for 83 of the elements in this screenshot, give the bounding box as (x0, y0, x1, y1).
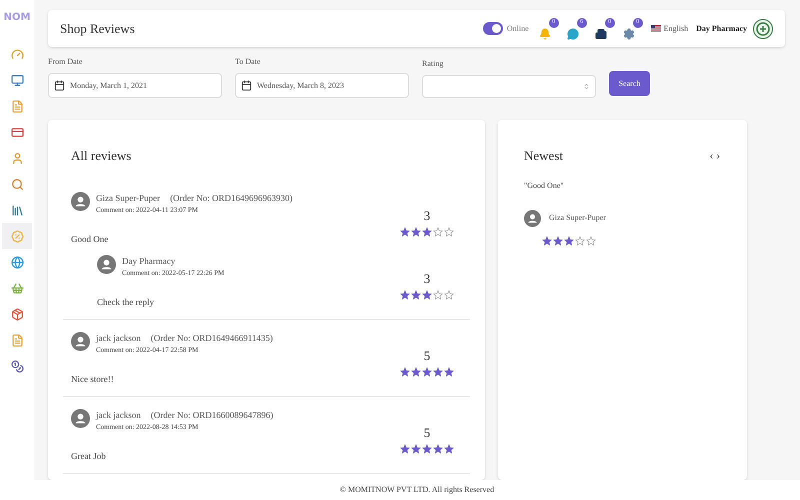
document-icon (10, 100, 24, 112)
avatar-icon (97, 254, 116, 274)
flag-icon (650, 25, 661, 32)
avatar-icon (71, 408, 90, 428)
avatar-icon (71, 332, 90, 350)
filled-star-icon (400, 290, 410, 300)
footer-text: © MOMITNOW PVT LTD. All rights Reserved (340, 484, 494, 496)
filled-star-icon (411, 227, 421, 237)
rating-value: 5 (424, 424, 430, 442)
empty-star-icon (444, 290, 454, 300)
avatar-icon (71, 192, 90, 210)
order-number: (Order No: ORD1660089647896) (150, 408, 274, 422)
badge-icon (10, 230, 24, 242)
review-quote: "Good One" (524, 180, 565, 192)
filled-star-icon (444, 444, 454, 454)
basket-icon (10, 282, 24, 294)
filled-star-icon (422, 227, 432, 237)
card-title: All reviews (70, 147, 132, 165)
filled-star-icon (400, 227, 410, 237)
rating-value: 3 (424, 206, 430, 224)
box-icon (10, 308, 24, 320)
reviewer-name: jack jackson (96, 332, 141, 345)
gauge-icon (10, 48, 24, 60)
filled-star-icon (422, 367, 432, 377)
empty-star-icon (444, 227, 454, 237)
search-icon (10, 178, 24, 190)
date-field[interactable]: Monday, March 1, 2021 (48, 73, 222, 98)
language-label[interactable]: English (664, 22, 688, 34)
books-icon (10, 204, 24, 216)
avatar-icon (524, 210, 541, 226)
rating-value: 5 (424, 346, 430, 364)
gear-icon (622, 28, 635, 40)
chat-icon (566, 28, 579, 40)
filled-star-icon (433, 367, 443, 377)
filled-star-icon (400, 444, 410, 454)
search-button[interactable]: Search (609, 71, 650, 96)
card-title: Newest (524, 147, 563, 165)
shop-logo-icon[interactable] (753, 18, 773, 38)
empty-star-icon (586, 236, 596, 246)
online-toggle[interactable] (482, 22, 503, 35)
field-label: To Date (235, 56, 262, 68)
bell-icon (538, 28, 551, 40)
coin-icon (10, 360, 24, 372)
order-number: (Order No: ORD1649696963930) (170, 192, 293, 205)
calendar-icon (241, 80, 252, 91)
filled-star-icon (411, 290, 421, 300)
filled-star-icon (422, 444, 432, 454)
filled-star-icon (564, 236, 574, 246)
logo: NOM (4, 11, 30, 25)
review-comment: Good One (71, 233, 110, 246)
filled-star-icon (433, 444, 443, 454)
review-comment: Nice store!! (71, 373, 115, 386)
select-caret-icon (583, 83, 590, 90)
document-icon (10, 334, 24, 346)
card-icon (10, 126, 24, 138)
previous-arrow[interactable]: ‹ (710, 148, 714, 164)
globe-icon (10, 256, 24, 268)
review-comment: Check the reply (97, 296, 155, 309)
reviewer-name: Giza Super-Puper (96, 192, 160, 205)
filled-star-icon (553, 236, 563, 246)
page-title: Shop Reviews (60, 20, 136, 38)
date-field[interactable]: Wednesday, March 8, 2023 (235, 73, 409, 98)
reviewer-name: jack jackson (96, 408, 141, 422)
person-icon (10, 152, 24, 164)
calendar-icon (54, 80, 65, 91)
filled-star-icon (411, 444, 421, 454)
filled-star-icon (400, 367, 410, 377)
reviewer-name: Giza Super-Puper (549, 212, 606, 224)
field-label: From Date (48, 56, 84, 68)
review-comment: Great Job (71, 450, 107, 463)
filled-star-icon (411, 367, 421, 377)
filled-star-icon (444, 367, 454, 377)
field-label: Rating (422, 58, 444, 70)
filled-star-icon (422, 290, 432, 300)
status-label: Online (506, 22, 529, 34)
reviewer-name: Day Pharmacy (122, 254, 176, 268)
order-number: (Order No: ORD1649466911435) (150, 332, 273, 345)
rating-value: 3 (424, 270, 430, 288)
filled-star-icon (542, 236, 552, 246)
next-arrow[interactable]: › (716, 148, 720, 164)
shop-name: Day Pharmacy (696, 22, 747, 34)
building-icon (594, 28, 607, 40)
monitor-icon (10, 74, 24, 86)
